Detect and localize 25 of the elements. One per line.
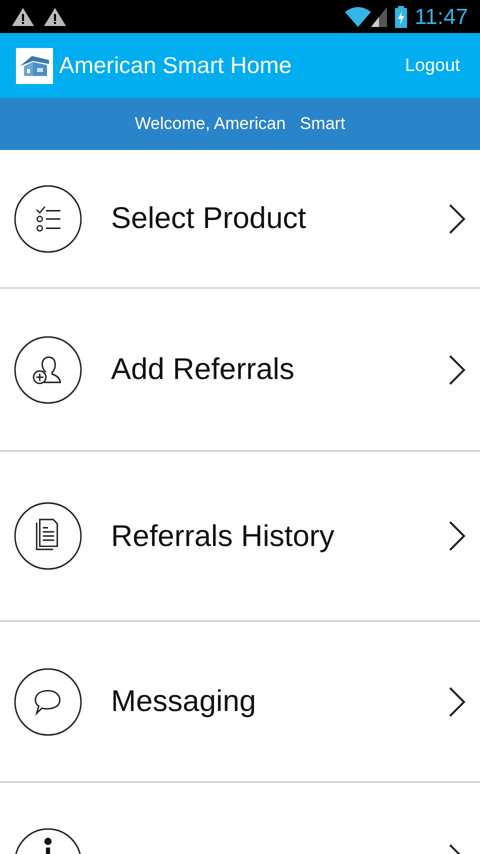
menu-item[interactable]: Referrals History <box>0 452 480 622</box>
menu-item[interactable]: Select Product <box>0 150 480 289</box>
warning-icon <box>44 8 66 26</box>
menu-item[interactable]: Add Referrals <box>0 289 480 452</box>
app-title: American Smart Home <box>59 51 292 80</box>
signal-icon <box>370 6 387 26</box>
menu-item[interactable]: Messaging <box>0 622 480 783</box>
menu-label: Messaging <box>111 684 258 720</box>
chevron-right-icon <box>447 354 467 386</box>
person-plus-icon <box>14 336 82 404</box>
menu-label: Add Referrals <box>111 352 296 388</box>
chevron-right-icon <box>447 202 467 234</box>
checklist-icon <box>14 184 82 252</box>
house-logo-icon <box>16 48 53 84</box>
welcome-text: Welcome, American Smart <box>134 113 346 136</box>
warning-icon <box>12 8 34 26</box>
documents-icon <box>14 502 82 570</box>
wifi-icon <box>344 6 371 26</box>
chevron-right-icon <box>447 686 467 718</box>
clock: 11:47 <box>414 3 468 31</box>
menu-label: Referrals History <box>111 518 336 554</box>
chevron-right-icon <box>447 520 467 552</box>
battery-icon <box>394 6 407 28</box>
menu-label: Select Product <box>111 201 308 237</box>
speech-bubble-icon <box>14 668 82 736</box>
